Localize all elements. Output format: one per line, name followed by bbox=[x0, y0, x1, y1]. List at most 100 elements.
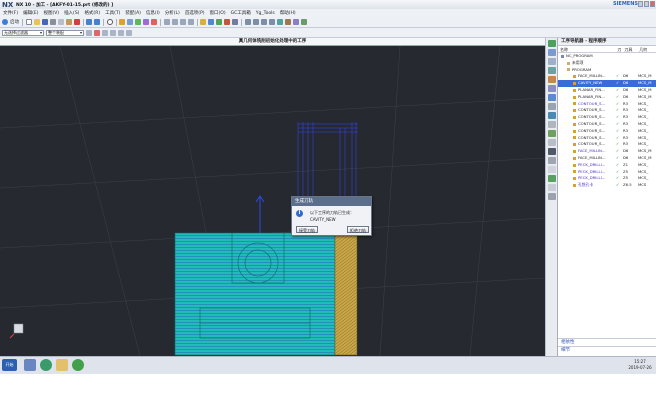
operation-row[interactable]: 孔铣孔卡 ✓ Z6.5 MCS bbox=[558, 182, 656, 189]
selection-tab-icon[interactable] bbox=[547, 139, 556, 146]
tool-library-tab-icon[interactable] bbox=[547, 175, 556, 182]
selection-scope-dropdown[interactable]: 整个装配 ▾ bbox=[46, 29, 84, 36]
postprocess-icon[interactable] bbox=[224, 19, 230, 25]
dependencies-panel-header[interactable]: 相依性 bbox=[558, 338, 656, 346]
part-color-tab-icon[interactable] bbox=[547, 184, 556, 191]
column-toolchange[interactable]: 刀 bbox=[615, 46, 622, 52]
create-operation-icon[interactable] bbox=[151, 19, 157, 25]
menu-gc-toolkit[interactable]: GC工具箱 bbox=[231, 10, 251, 16]
save-icon[interactable] bbox=[41, 19, 48, 25]
operation-row[interactable]: PLANAR_FIN... ✓ D6 MCS_M bbox=[558, 87, 656, 94]
visualization-tab-icon[interactable] bbox=[547, 130, 556, 137]
roles-tab-icon[interactable] bbox=[547, 94, 556, 101]
operation-row[interactable]: CONTOUR_S... ✓ R3 MCS_ bbox=[558, 141, 656, 148]
column-tool[interactable]: 刀具 bbox=[622, 46, 637, 52]
menu-tools[interactable]: 工具(T) bbox=[105, 10, 120, 16]
operation-row[interactable]: FACE_MILLIN... ✓ D6 MCS_M bbox=[558, 73, 656, 80]
fit-view-icon[interactable] bbox=[244, 19, 251, 25]
operation-row[interactable]: FACE_MILLIN... ✓ D6 MCS_M bbox=[558, 148, 656, 155]
operation-row[interactable]: CONTOUR_S... ✓ R3 MCS_ bbox=[558, 107, 656, 114]
copy-icon[interactable] bbox=[57, 19, 64, 25]
web-browser-tab-icon[interactable] bbox=[547, 112, 556, 119]
cut-icon[interactable] bbox=[49, 19, 56, 25]
layer-settings-icon[interactable] bbox=[292, 19, 299, 25]
operation-row[interactable]: CONTOUR_S... ✓ R3 MCS_ bbox=[558, 121, 656, 128]
accept-toolpath-button[interactable]: 接受刀轨 bbox=[296, 226, 318, 233]
generate-toolpath-icon[interactable] bbox=[200, 19, 206, 25]
orient-view-icon[interactable] bbox=[284, 19, 291, 25]
operation-row[interactable]: CONTOUR_S... ✓ R3 MCS_ bbox=[558, 114, 656, 121]
clip-tab-icon[interactable] bbox=[547, 193, 556, 200]
machine-tool-view-icon[interactable] bbox=[171, 19, 178, 25]
shaded-with-edges-icon[interactable] bbox=[276, 19, 283, 25]
menu-preferences[interactable]: 首选项(P) bbox=[185, 10, 205, 16]
material-tab-icon[interactable] bbox=[547, 157, 556, 164]
select-all-icon[interactable] bbox=[86, 29, 92, 36]
palette-tab-icon[interactable] bbox=[547, 121, 556, 128]
menu-info[interactable]: 信息(I) bbox=[146, 10, 160, 16]
menu-view[interactable]: 视图(V) bbox=[43, 10, 59, 16]
operation-row[interactable]: PLANAR_FIN... ✓ D6 MCS_M bbox=[558, 94, 656, 101]
operation-row[interactable]: PECK_DRILLI... ✓ Z1 MCS_ bbox=[558, 162, 656, 169]
new-file-icon[interactable] bbox=[25, 19, 32, 25]
deselect-icon[interactable] bbox=[94, 29, 100, 36]
operation-row[interactable]: PROGRAM bbox=[558, 67, 656, 74]
redo-icon[interactable] bbox=[94, 19, 100, 25]
details-panel-header[interactable]: 细节 bbox=[558, 346, 656, 354]
graphics-window[interactable]: 真几何体铣削初始化处理中的工序 生成刀轨 i 以下工序的刀轨已生成： CAVIT… bbox=[0, 38, 545, 356]
operation-row[interactable]: 未用项 bbox=[558, 60, 656, 67]
pan-icon[interactable] bbox=[268, 19, 275, 25]
lighting-tab-icon[interactable] bbox=[547, 166, 556, 173]
menu-file[interactable]: 文件(F) bbox=[3, 10, 18, 16]
minimize-button[interactable] bbox=[638, 1, 643, 7]
menu-yg-tools[interactable]: Yg_Tools bbox=[256, 11, 275, 16]
part-side-face[interactable] bbox=[334, 232, 358, 356]
operation-row[interactable]: FACE_MILLIN... ✓ D6 MCS_M bbox=[558, 155, 656, 162]
start-icon[interactable] bbox=[2, 19, 8, 25]
operation-row[interactable]: NC_PROGRAM bbox=[558, 53, 656, 60]
open-file-icon[interactable] bbox=[33, 19, 40, 25]
menu-help[interactable]: 帮助(H) bbox=[280, 10, 296, 16]
snap-center-icon[interactable] bbox=[126, 29, 132, 36]
nx-taskbar-icon[interactable] bbox=[72, 359, 84, 371]
menu-edit[interactable]: 编辑(E) bbox=[23, 10, 38, 16]
snap-endpoint-icon[interactable] bbox=[110, 29, 116, 36]
part-body[interactable] bbox=[174, 232, 336, 356]
operation-row[interactable]: CONTOUR_S... ✓ R3 MCS_ bbox=[558, 128, 656, 135]
folder-taskbar-icon[interactable] bbox=[56, 359, 68, 371]
operation-row[interactable]: PECK_DRILLI... ✓ Z5 MCS_ bbox=[558, 175, 656, 182]
zoom-icon[interactable] bbox=[252, 19, 259, 25]
geometry-view-icon[interactable] bbox=[179, 19, 186, 25]
system-materials-tab-icon[interactable] bbox=[547, 103, 556, 110]
menu-insert[interactable]: 插入(S) bbox=[64, 10, 79, 16]
snap-midpoint-icon[interactable] bbox=[118, 29, 124, 36]
menu-assembly[interactable]: 装配(A) bbox=[125, 10, 141, 16]
reject-toolpath-button[interactable]: 拒绝刀轨 bbox=[347, 226, 369, 233]
rotate-icon[interactable] bbox=[260, 19, 267, 25]
find-command-icon[interactable] bbox=[106, 19, 113, 25]
program-order-view-icon[interactable] bbox=[163, 19, 170, 25]
show-hide-icon[interactable] bbox=[300, 19, 307, 25]
snap-point-icon[interactable] bbox=[102, 29, 108, 36]
machining-method-view-icon[interactable] bbox=[187, 19, 194, 25]
reuse-library-tab-icon[interactable] bbox=[547, 76, 556, 83]
create-method-icon[interactable] bbox=[143, 19, 149, 25]
start-menu-label[interactable]: 启动 bbox=[10, 19, 19, 25]
menu-analysis[interactable]: 分析(L) bbox=[165, 10, 180, 16]
history-tab-icon[interactable] bbox=[547, 85, 556, 92]
create-program-icon[interactable] bbox=[119, 19, 125, 25]
shop-docs-icon[interactable] bbox=[232, 19, 238, 25]
operation-row[interactable]: PECK_DRILLI... ✓ Z5 MCS_ bbox=[558, 169, 656, 176]
browser-taskbar-icon[interactable] bbox=[40, 359, 52, 371]
machine-navigator-tab-icon[interactable] bbox=[547, 49, 556, 56]
create-tool-icon[interactable] bbox=[127, 19, 133, 25]
menu-format[interactable]: 格式(R) bbox=[84, 10, 100, 16]
create-geometry-icon[interactable] bbox=[135, 19, 141, 25]
restore-button[interactable] bbox=[644, 1, 649, 7]
close-button[interactable] bbox=[650, 1, 655, 7]
paste-icon[interactable] bbox=[65, 19, 72, 25]
explorer-taskbar-icon[interactable] bbox=[24, 359, 36, 371]
replay-toolpath-icon[interactable] bbox=[208, 19, 214, 25]
model-view[interactable] bbox=[0, 38, 545, 356]
start-button[interactable]: 开始 bbox=[2, 359, 17, 371]
